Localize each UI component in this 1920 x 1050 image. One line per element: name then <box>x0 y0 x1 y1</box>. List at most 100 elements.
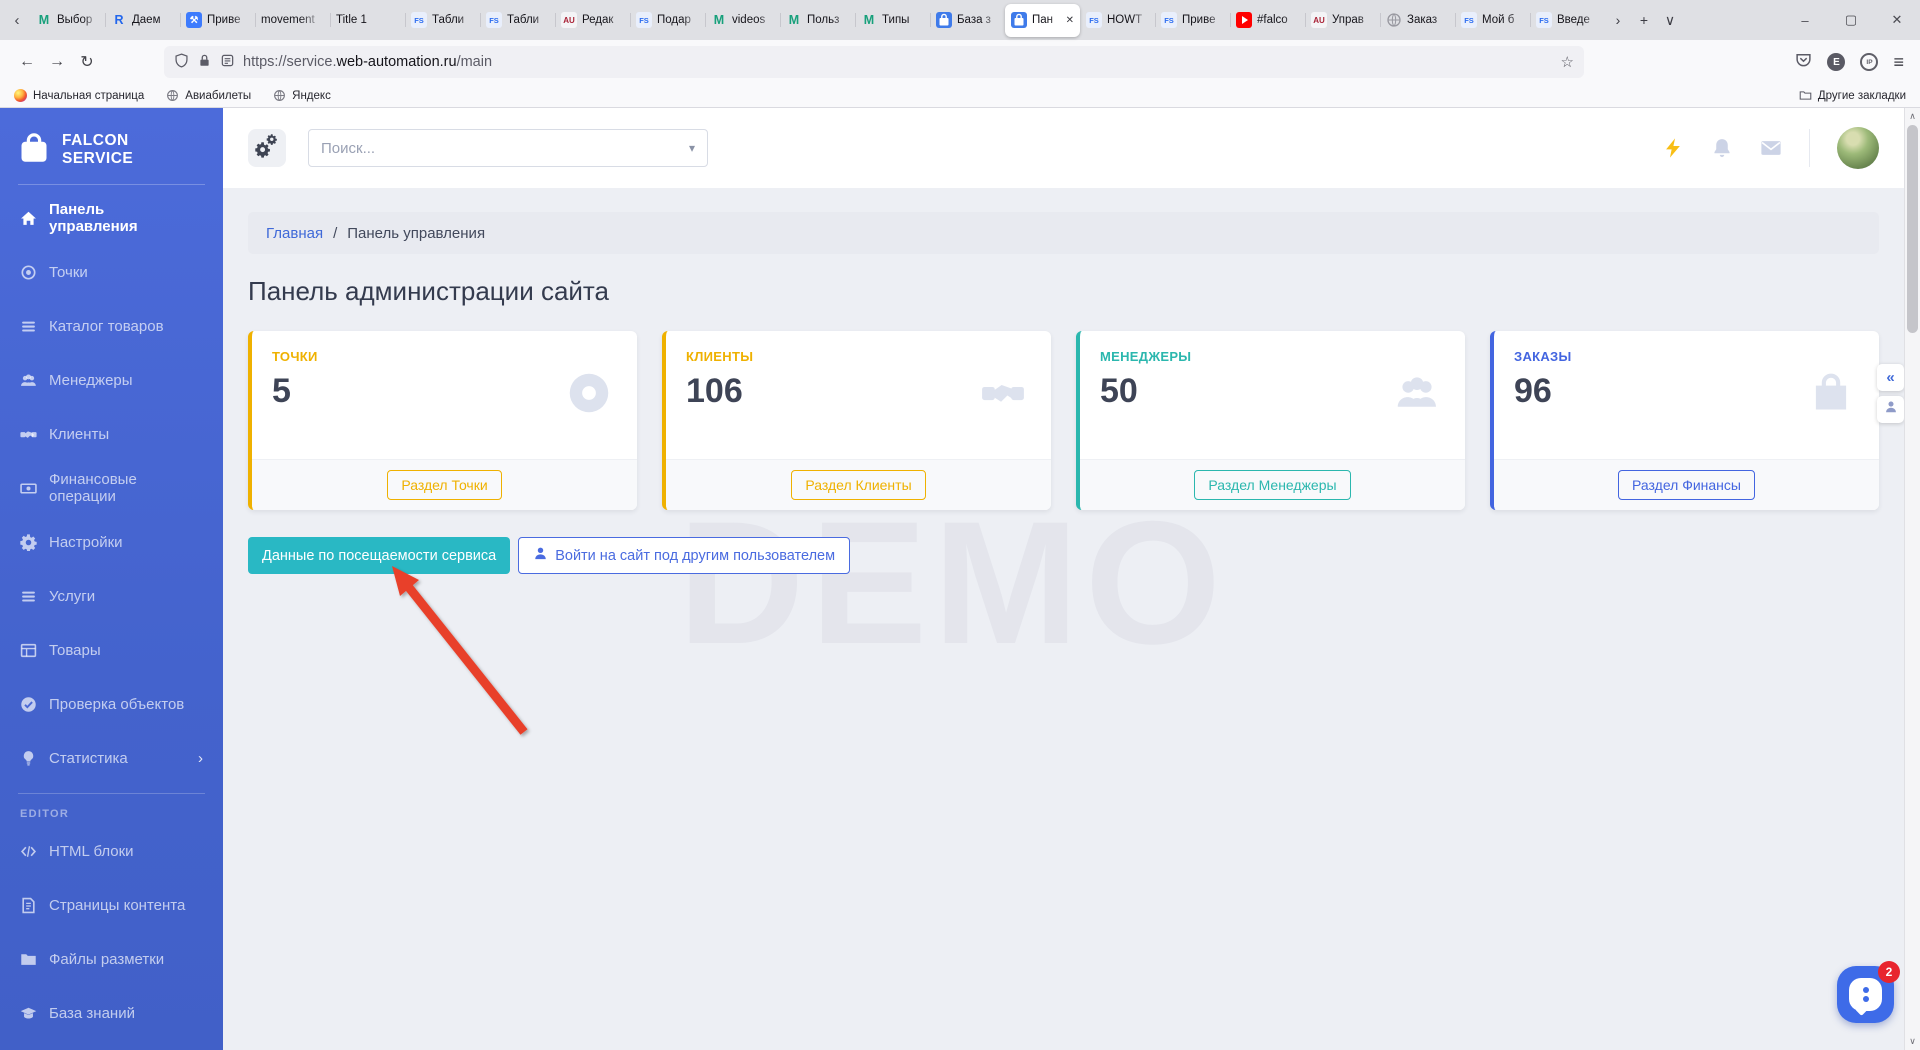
sidebar-item-label: Каталог товаров <box>49 317 164 335</box>
back-button[interactable]: ← <box>12 47 42 77</box>
scrollbar-thumb[interactable] <box>1907 125 1918 333</box>
bookmark-item[interactable]: Яндекс <box>273 89 331 102</box>
browser-tab[interactable]: FS Введе <box>1530 0 1605 40</box>
maximize-button[interactable]: ▢ <box>1828 0 1874 40</box>
breadcrumb-home-link[interactable]: Главная <box>266 225 323 242</box>
lightning-icon[interactable] <box>1662 137 1684 159</box>
card-label: ЗАКАЗЫ <box>1514 349 1572 364</box>
sidebar-item[interactable]: Клиенты <box>0 407 223 461</box>
fav-wrench-icon: ⚒ <box>186 12 202 28</box>
user-widget-button[interactable] <box>1877 396 1904 423</box>
stat-cards: ТОЧКИ 5 Раздел Точки КЛИЕНТЫ 106 Раздел … <box>248 331 1879 510</box>
shield-icon[interactable] <box>174 52 189 72</box>
bookmark-item[interactable]: Авиабилеты <box>166 89 251 102</box>
card-section-button[interactable]: Раздел Финансы <box>1618 470 1755 500</box>
bag-logo-icon <box>20 132 48 168</box>
page-scrollbar[interactable]: ∧ ∨ <box>1904 108 1920 1050</box>
scroll-down-icon[interactable]: ∨ <box>1905 1036 1920 1047</box>
tab-overflow-icon[interactable]: › <box>1605 12 1631 28</box>
page-viewport: FALCON SERVICE Панель управления Точки К <box>0 108 1920 1050</box>
pocket-icon[interactable] <box>1795 51 1812 73</box>
browser-tab[interactable]: M Типы <box>855 0 930 40</box>
sidebar-item[interactable]: Файлы разметки <box>0 932 223 986</box>
fav-bag-icon <box>1011 12 1027 28</box>
tab-strip: M Выбор R Даем ⚒ Приве movement Title 1 … <box>30 0 1605 40</box>
envelope-icon[interactable] <box>1760 137 1782 159</box>
sidebar-item[interactable]: Менеджеры <box>0 353 223 407</box>
sidebar-item[interactable]: Панель управления <box>0 191 223 245</box>
browser-tab[interactable]: FS Подар <box>630 0 705 40</box>
browser-tab[interactable]: Пан ✕ <box>1005 3 1080 37</box>
card-section-button[interactable]: Раздел Менеджеры <box>1194 470 1351 500</box>
sidebar-item[interactable]: Точки <box>0 245 223 299</box>
close-button[interactable]: ✕ <box>1874 0 1920 40</box>
sidebar-item[interactable]: HTML блоки <box>0 824 223 878</box>
search-select[interactable]: Поиск... ▾ <box>308 129 708 167</box>
browser-window: ‹ M Выбор R Даем ⚒ Приве movement Title … <box>0 0 1920 1050</box>
card-label: КЛИЕНТЫ <box>686 349 754 364</box>
fav-fs-icon: FS <box>411 12 427 28</box>
permissions-icon[interactable] <box>220 53 235 72</box>
brand[interactable]: FALCON SERVICE <box>0 108 223 184</box>
settings-cogs-button[interactable] <box>248 129 286 167</box>
card-section-button[interactable]: Раздел Клиенты <box>791 470 926 500</box>
tab-close-icon[interactable]: ✕ <box>1066 15 1074 26</box>
tabs-menu-icon[interactable]: ∨ <box>1657 12 1683 29</box>
browser-tab[interactable]: FS Табли <box>405 0 480 40</box>
browser-tab[interactable]: Заказ <box>1380 0 1455 40</box>
address-bar[interactable]: https://service.web-automation.ru/main ☆ <box>164 46 1584 78</box>
browser-tab[interactable]: FS Табли <box>480 0 555 40</box>
browser-tab[interactable]: AU Редак <box>555 0 630 40</box>
browser-tab[interactable]: FS Приве <box>1155 0 1230 40</box>
sidebar-item[interactable]: Каталог товаров <box>0 299 223 353</box>
browser-tab[interactable]: FS HOWT <box>1080 0 1155 40</box>
sidebar-item[interactable]: Услуги <box>0 569 223 623</box>
browser-tab[interactable]: M Польз <box>780 0 855 40</box>
card-section-button[interactable]: Раздел Точки <box>387 470 502 500</box>
stat-card: КЛИЕНТЫ 106 Раздел Клиенты <box>662 331 1051 510</box>
chat-widget-button[interactable]: 2 <box>1837 961 1900 1023</box>
bell-icon[interactable] <box>1711 137 1733 159</box>
toolbar-icons: E IP ≡ <box>1795 51 1908 73</box>
sidebar-item[interactable]: База знаний <box>0 986 223 1040</box>
sidebar-item[interactable]: Страницы контента <box>0 878 223 932</box>
browser-tab[interactable]: M Выбор <box>30 0 105 40</box>
browser-tab[interactable]: База з <box>930 0 1005 40</box>
bookmark-item[interactable]: Начальная страница <box>14 89 144 102</box>
login-as-user-button[interactable]: Войти на сайт под другим пользователем <box>518 537 851 574</box>
scroll-up-icon[interactable]: ∧ <box>1905 111 1920 122</box>
sidebar-item[interactable]: Проверка объектов <box>0 677 223 731</box>
other-bookmarks[interactable]: Другие закладки <box>1799 89 1906 102</box>
new-tab-button[interactable]: + <box>1631 12 1657 28</box>
browser-tab[interactable]: #falco <box>1230 0 1305 40</box>
minimize-button[interactable]: – <box>1782 0 1828 40</box>
menu-icon[interactable]: ≡ <box>1893 52 1904 73</box>
sidebar-item[interactable]: Товары <box>0 623 223 677</box>
bookmark-star-icon[interactable]: ☆ <box>1561 53 1574 71</box>
person-icon <box>1884 400 1898 419</box>
sidebar-item[interactable]: Финансовые операции <box>0 461 223 515</box>
table-icon <box>20 642 37 659</box>
extension-icon[interactable]: E <box>1827 53 1846 71</box>
visits-data-button[interactable]: Данные по посещаемости сервиса <box>248 537 511 574</box>
browser-tab[interactable]: FS Мой б <box>1455 0 1530 40</box>
lock-icon[interactable] <box>197 53 212 72</box>
browser-tab[interactable]: movement <box>255 0 330 40</box>
folderw-icon <box>20 951 37 968</box>
sidebar-item[interactable]: Настройки <box>0 515 223 569</box>
avatar[interactable] <box>1837 127 1879 169</box>
sidebar-item[interactable]: Статистика › <box>0 731 223 785</box>
browser-tab[interactable]: R Даем <box>105 0 180 40</box>
sidebar-item-label: Проверка объектов <box>49 695 185 713</box>
browser-tab[interactable]: M videos <box>705 0 780 40</box>
reload-button[interactable]: ↻ <box>72 47 102 77</box>
browser-tab[interactable]: AU Управ <box>1305 0 1380 40</box>
tab-label: Управ <box>1332 14 1364 26</box>
browser-tab[interactable]: Title 1 <box>330 0 405 40</box>
ip-extension-icon[interactable]: IP <box>1860 53 1879 71</box>
tab-scroll-left-icon[interactable]: ‹ <box>4 12 30 29</box>
fav-m-icon: M <box>38 13 50 27</box>
forward-button[interactable]: → <box>42 47 72 77</box>
browser-tab[interactable]: ⚒ Приве <box>180 0 255 40</box>
collapse-button[interactable]: « <box>1877 364 1904 391</box>
